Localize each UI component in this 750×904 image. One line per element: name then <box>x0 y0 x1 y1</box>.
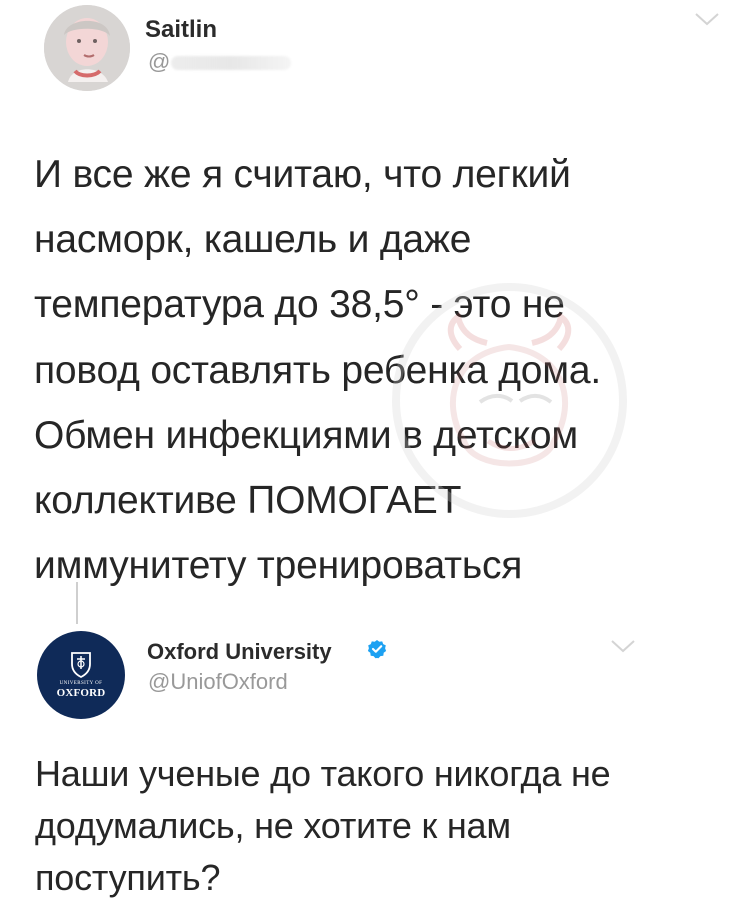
verified-badge-icon <box>367 640 387 659</box>
tweet-text-line: температура до 38,5° - это не <box>34 283 565 327</box>
reply-tweet: UNIVERSITY OF OXFORD Oxford University @… <box>0 622 750 902</box>
oxford-avatar[interactable]: UNIVERSITY OF OXFORD <box>37 631 125 719</box>
user-avatar-image <box>44 5 130 91</box>
tweet-text-line: коллективе ПОМОГАЕТ <box>34 479 462 523</box>
thread-connector <box>76 582 78 624</box>
tweet-text: И все же я считаю, что легкий насморк, к… <box>34 142 601 598</box>
tweet-text-line: И все же я считаю, что легкий <box>34 153 571 196</box>
tweet-text-line: Обмен инфекциями в детском <box>34 413 578 457</box>
reply-text-line: поступить? <box>35 857 221 898</box>
redacted-handle <box>171 56 291 70</box>
first-tweet: Saitlin @ И все же я считаю, что легкий … <box>0 0 750 590</box>
reply-text: Наши ученые до такого никогда не додумал… <box>35 748 611 904</box>
tweet-text-line: насморк, кашель и даже <box>34 218 472 262</box>
author-handle-prefix[interactable]: @ <box>148 49 170 75</box>
saitlin-avatar[interactable] <box>44 5 130 91</box>
tweet-text-line: иммунитету тренироваться <box>34 544 523 588</box>
avatar-small-text: UNIVERSITY OF <box>59 681 103 686</box>
reply-text-line: додумались, не хотите к нам <box>35 805 511 846</box>
reply-text-line: Наши ученые до такого никогда не <box>35 753 611 794</box>
oxford-logo: UNIVERSITY OF OXFORD <box>57 651 106 699</box>
chevron-down-icon[interactable] <box>692 10 722 28</box>
reply-author-name[interactable]: Oxford University <box>147 639 332 665</box>
reply-author-handle[interactable]: @UniofOxford <box>148 669 288 695</box>
tweet-text-line: повод оставлять ребенка дома. <box>34 348 602 392</box>
crest-icon <box>71 652 91 679</box>
avatar-main-text: OXFORD <box>56 687 106 699</box>
chevron-down-icon[interactable] <box>608 637 638 655</box>
author-name[interactable]: Saitlin <box>145 16 217 44</box>
